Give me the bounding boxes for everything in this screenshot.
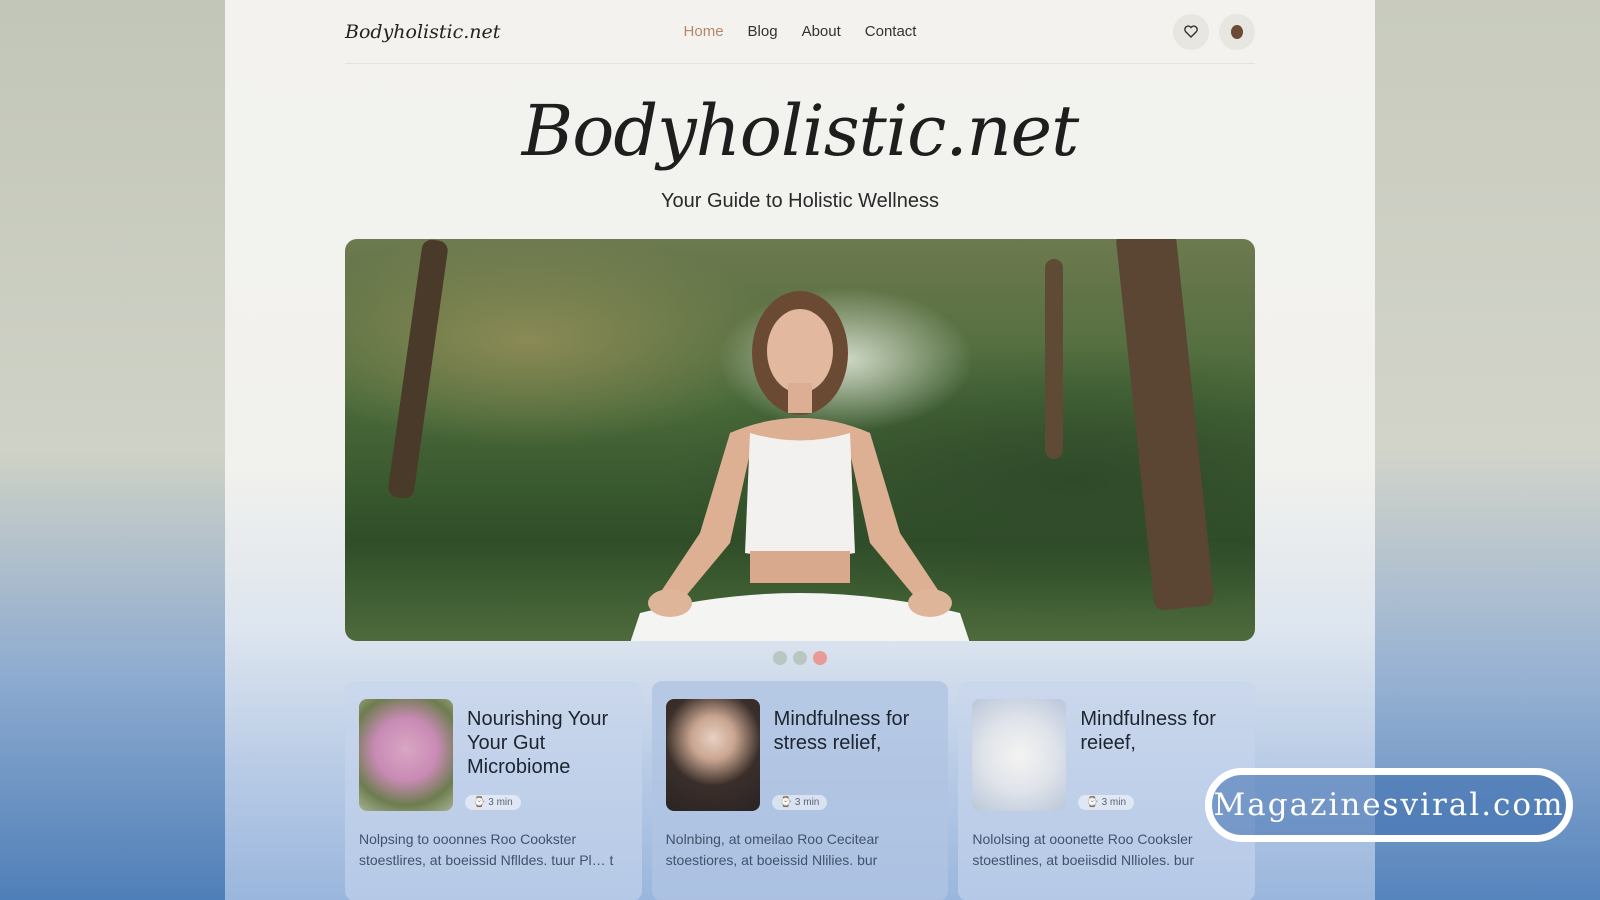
content: Bodyholistic.net Home Blog About Contact… — [345, 0, 1256, 900]
tree-trunk — [1115, 239, 1215, 612]
article-thumbnail — [359, 699, 453, 811]
page: Bodyholistic.net Home Blog About Contact… — [225, 0, 1375, 900]
heart-icon — [1184, 25, 1198, 38]
nav-about[interactable]: About — [802, 23, 841, 40]
article-cards: Nourishing Your Your Gut Microbiome ⌚ 3 … — [345, 681, 1256, 900]
article-thumbnail — [665, 699, 760, 811]
top-nav: Bodyholistic.net Home Blog About Contact — [345, 0, 1255, 64]
article-excerpt: Nolpsing to ooonnes Roo Cookster stoestl… — [359, 831, 614, 868]
article-excerpt: Nolnbing, at omeilao Roo Cecitear stoest… — [665, 831, 879, 868]
background-left — [0, 0, 225, 900]
article-meta: ⌚ 3 min — [465, 795, 521, 810]
nav-home[interactable]: Home — [684, 23, 724, 40]
background-right — [1375, 0, 1600, 900]
favorites-button[interactable] — [1173, 13, 1209, 50]
main-menu: Home Blog About Contact — [684, 23, 917, 40]
article-meta: ⌚ 3 min — [1078, 795, 1135, 810]
avatar-image — [1231, 24, 1243, 39]
logo-link[interactable]: Bodyholistic.net — [345, 21, 500, 43]
site-tagline: Your Guide to Holistic Wellness — [661, 190, 939, 212]
article-meta: ⌚ 3 min — [771, 795, 828, 810]
watermark-badge: Magazinesviral.com — [1205, 768, 1573, 842]
nav-blog[interactable]: Blog — [748, 23, 778, 40]
site-title: Bodyholistic.net — [521, 90, 1079, 172]
hero-image — [345, 239, 1255, 641]
carousel-dot-active[interactable] — [813, 651, 827, 665]
article-card[interactable]: Mindfulness for stress relief, ⌚ 3 min N… — [651, 681, 949, 900]
article-card[interactable]: Nourishing Your Your Gut Microbiome ⌚ 3 … — [345, 681, 642, 900]
tree-trunk — [387, 239, 449, 500]
carousel-dots — [345, 651, 1255, 665]
nav-contact[interactable]: Contact — [865, 23, 917, 40]
article-thumbnail — [972, 699, 1067, 811]
meditating-woman-figure — [630, 291, 970, 641]
avatar[interactable] — [1219, 13, 1255, 50]
carousel-dot[interactable] — [793, 651, 807, 665]
tree-trunk — [1045, 259, 1063, 459]
article-excerpt: Nololsing at ooonette Roo Cooksler stoes… — [972, 831, 1195, 868]
carousel-dot[interactable] — [773, 651, 787, 665]
nav-actions — [1173, 13, 1255, 50]
